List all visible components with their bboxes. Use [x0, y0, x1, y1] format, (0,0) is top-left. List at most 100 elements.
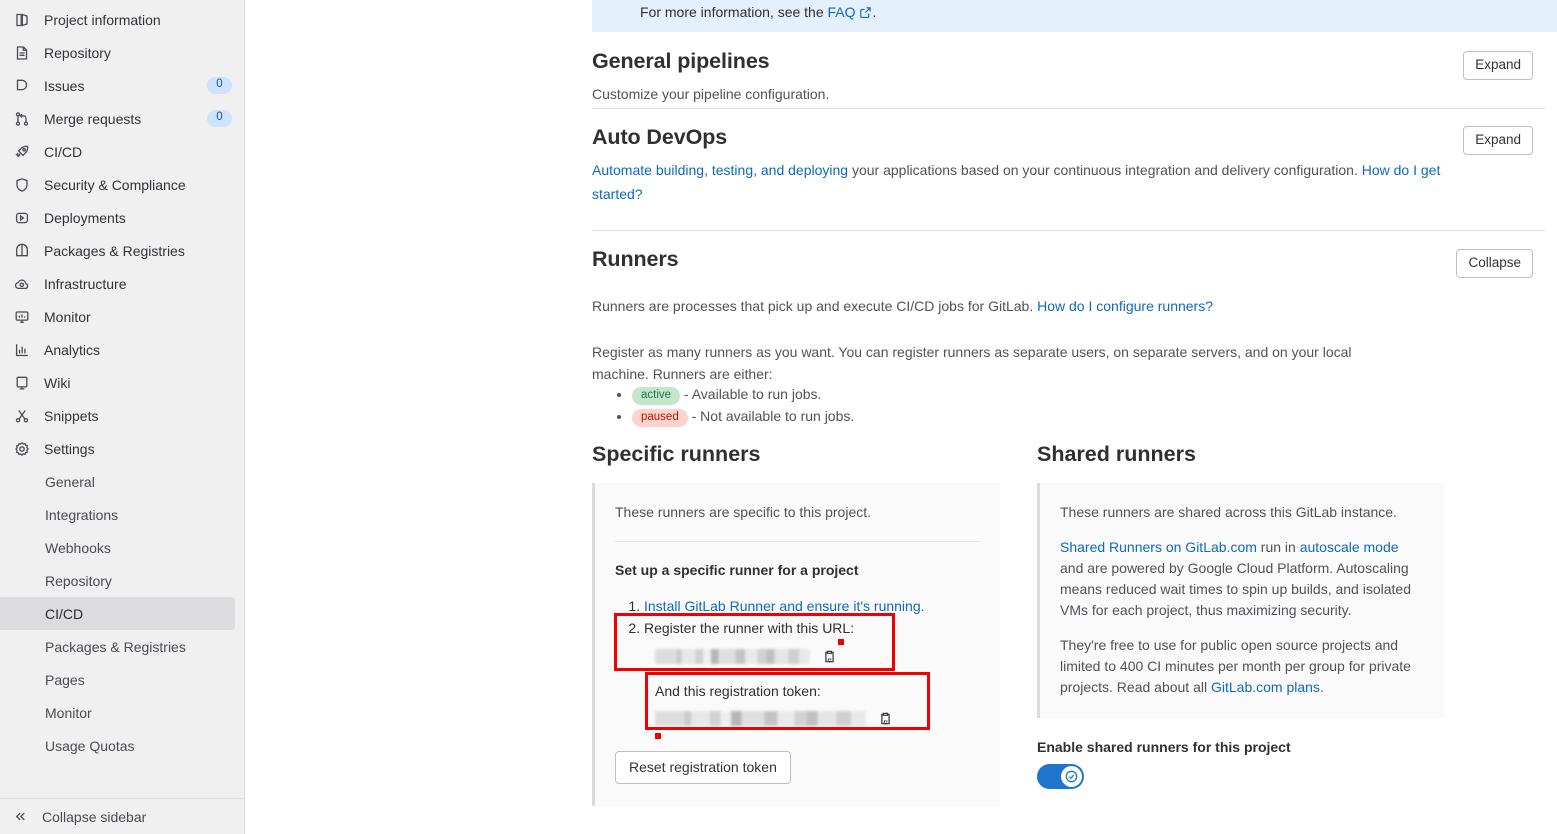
toggle-knob-check-icon [1061, 765, 1082, 787]
status-badge-active: active [632, 387, 681, 405]
sidebar-item-packages-registries[interactable]: Packages & Registries [0, 234, 244, 267]
general-pipelines-expand-button[interactable]: Expand [1463, 51, 1533, 81]
setup-step-2: Register the runner with this URL: [614, 612, 980, 671]
sidebar-item-label: Repository [44, 44, 111, 61]
shared-runners-p3-end: . [1319, 678, 1324, 695]
deployments-icon [13, 209, 30, 226]
package-icon [13, 242, 30, 259]
sidebar-subitem-cicd[interactable]: CI/CD [0, 597, 235, 630]
autoscale-mode-link[interactable]: autoscale mode [1300, 539, 1399, 555]
issues-icon [13, 77, 30, 94]
sidebar-item-label: CI/CD [44, 143, 83, 160]
sidebar-subitem-packages-registries[interactable]: Packages & Registries [0, 630, 235, 663]
runners-collapse-button[interactable]: Collapse [1456, 249, 1533, 279]
status-badge-paused: paused [632, 409, 688, 427]
auto-devops-description: Automate building, testing, and deployin… [592, 159, 1444, 206]
install-gitlab-runner-link[interactable]: Install GitLab Runner and ensure it's ru… [644, 598, 925, 614]
reset-registration-token-button[interactable]: Reset registration token [615, 750, 791, 785]
shared-runners-p2-rest: and are powered by Google Cloud Platform… [1060, 559, 1411, 618]
banner-text-before: For more information, see the [640, 4, 828, 20]
shared-runners-title: Shared runners [1037, 442, 1196, 466]
shared-runners-p1: These runners are shared across this Git… [1060, 503, 1397, 520]
cloud-gear-icon [13, 275, 30, 292]
general-pipelines-subtitle: Customize your pipeline configuration. [592, 86, 830, 102]
general-pipelines-title: General pipelines [592, 49, 770, 73]
sidebar-subitem-repository[interactable]: Repository [0, 564, 235, 597]
sidebar-item-project-information[interactable]: Project information [0, 3, 244, 36]
shield-icon [13, 176, 30, 193]
sidebar-item-security-compliance[interactable]: Security & Compliance [0, 168, 244, 201]
sidebar-subitem-monitor[interactable]: Monitor [0, 696, 235, 729]
list-item: active - Available to run jobs. [632, 383, 854, 405]
registration-token-block: And this registration token: [645, 671, 980, 739]
project-information-icon [13, 11, 30, 28]
shared-runners-column: Shared runners These runners are shared … [1037, 442, 1445, 806]
sidebar-item-merge-requests[interactable]: Merge requests 0 [0, 102, 244, 135]
runners-intro: Runners are processes that pick up and e… [592, 296, 1213, 317]
wiki-icon [13, 374, 30, 391]
sidebar-item-label: Packages & Registries [44, 242, 185, 259]
auto-devops-expand-button[interactable]: Expand [1463, 126, 1533, 156]
runners-title: Runners [592, 247, 679, 271]
specific-runners-column: Specific runners These runners are speci… [592, 442, 1000, 807]
enable-shared-runners-label: Enable shared runners for this project [1037, 738, 1291, 755]
sidebar-item-label: Merge requests [44, 110, 142, 127]
runner-state-description: - Available to run jobs. [680, 386, 822, 402]
sidebar-item-cicd[interactable]: CI/CD [0, 135, 244, 168]
rocket-icon [13, 143, 30, 160]
sidebar-subitem-label: Usage Quotas [45, 737, 135, 754]
runner-states-list: active - Available to run jobs. paused -… [610, 383, 854, 427]
shared-runners-p3: They're free to use for public open sour… [1060, 635, 1425, 698]
sidebar-item-wiki[interactable]: Wiki [0, 366, 244, 399]
sidebar-subitem-general[interactable]: General [0, 465, 235, 498]
sidebar-item-label: Monitor [44, 308, 91, 325]
sidebar-item-snippets[interactable]: Snippets [0, 399, 244, 432]
shared-runners-gitlab-link[interactable]: Shared Runners on GitLab.com [1060, 539, 1257, 555]
auto-devops-title: Auto DevOps [592, 125, 728, 149]
sidebar-item-monitor[interactable]: Monitor [0, 300, 244, 333]
issues-count-badge: 0 [207, 77, 232, 94]
sidebar-subitem-label: Webhooks [45, 539, 111, 556]
faq-link[interactable]: FAQ [828, 4, 856, 20]
chevron-double-left-icon [13, 809, 28, 824]
sidebar-item-label: Wiki [44, 374, 71, 391]
list-item: paused - Not available to run jobs. [632, 405, 854, 427]
collapse-sidebar-button[interactable]: Collapse sidebar [0, 798, 244, 834]
sidebar-item-label: Settings [44, 440, 95, 457]
specific-runners-description: These runners are specific to this proje… [615, 503, 872, 520]
enable-shared-runners-toggle[interactable] [1037, 763, 1084, 789]
runners-intro-text: Runners are processes that pick up and e… [592, 298, 1038, 314]
sidebar-subitem-label: Pages [45, 671, 85, 688]
sidebar-item-infrastructure[interactable]: Infrastructure [0, 267, 244, 300]
runner-state-description: - Not available to run jobs. [687, 408, 855, 424]
shared-runners-panel: These runners are shared across this Git… [1037, 482, 1445, 718]
gitlab-plans-link[interactable]: GitLab.com plans [1211, 679, 1320, 695]
configure-runners-link[interactable]: How do I configure runners? [1037, 298, 1213, 314]
sidebar-subitem-pages[interactable]: Pages [0, 663, 235, 696]
sidebar-item-issues[interactable]: Issues 0 [0, 69, 244, 102]
sidebar-subitem-usage-quotas[interactable]: Usage Quotas [0, 729, 235, 762]
merge-requests-count-badge: 0 [207, 110, 232, 127]
automate-building-link[interactable]: Automate building, testing, and deployin… [592, 162, 848, 178]
collapse-sidebar-label: Collapse sidebar [42, 808, 147, 825]
specific-runners-title: Specific runners [592, 442, 761, 466]
sidebar-item-label: Infrastructure [44, 275, 127, 292]
analytics-icon [13, 341, 30, 358]
gear-icon [13, 440, 30, 457]
sidebar-item-settings[interactable]: Settings [0, 432, 244, 465]
banner-text-after: . [872, 4, 877, 20]
settings-sections: General pipelines Customize your pipelin… [592, 32, 1557, 831]
sidebar-item-label: Deployments [44, 209, 126, 226]
sidebar-item-repository[interactable]: Repository [0, 36, 244, 69]
sidebar-subitem-integrations[interactable]: Integrations [0, 498, 235, 531]
panel-divider [615, 540, 980, 542]
sidebar-subitem-webhooks[interactable]: Webhooks [0, 531, 235, 564]
sidebar-item-analytics[interactable]: Analytics [0, 333, 244, 366]
sidebar-item-deployments[interactable]: Deployments [0, 201, 244, 234]
monitor-icon [13, 308, 30, 325]
shared-runners-p2: Shared Runners on GitLab.com run in auto… [1060, 537, 1425, 621]
section-runners: Runners Collapse Runners are processes t… [592, 231, 1545, 831]
sidebar-subitem-label: Packages & Registries [45, 638, 186, 655]
sidebar-subitem-label: CI/CD [45, 605, 84, 622]
sidebar-item-label: Issues [44, 77, 85, 94]
